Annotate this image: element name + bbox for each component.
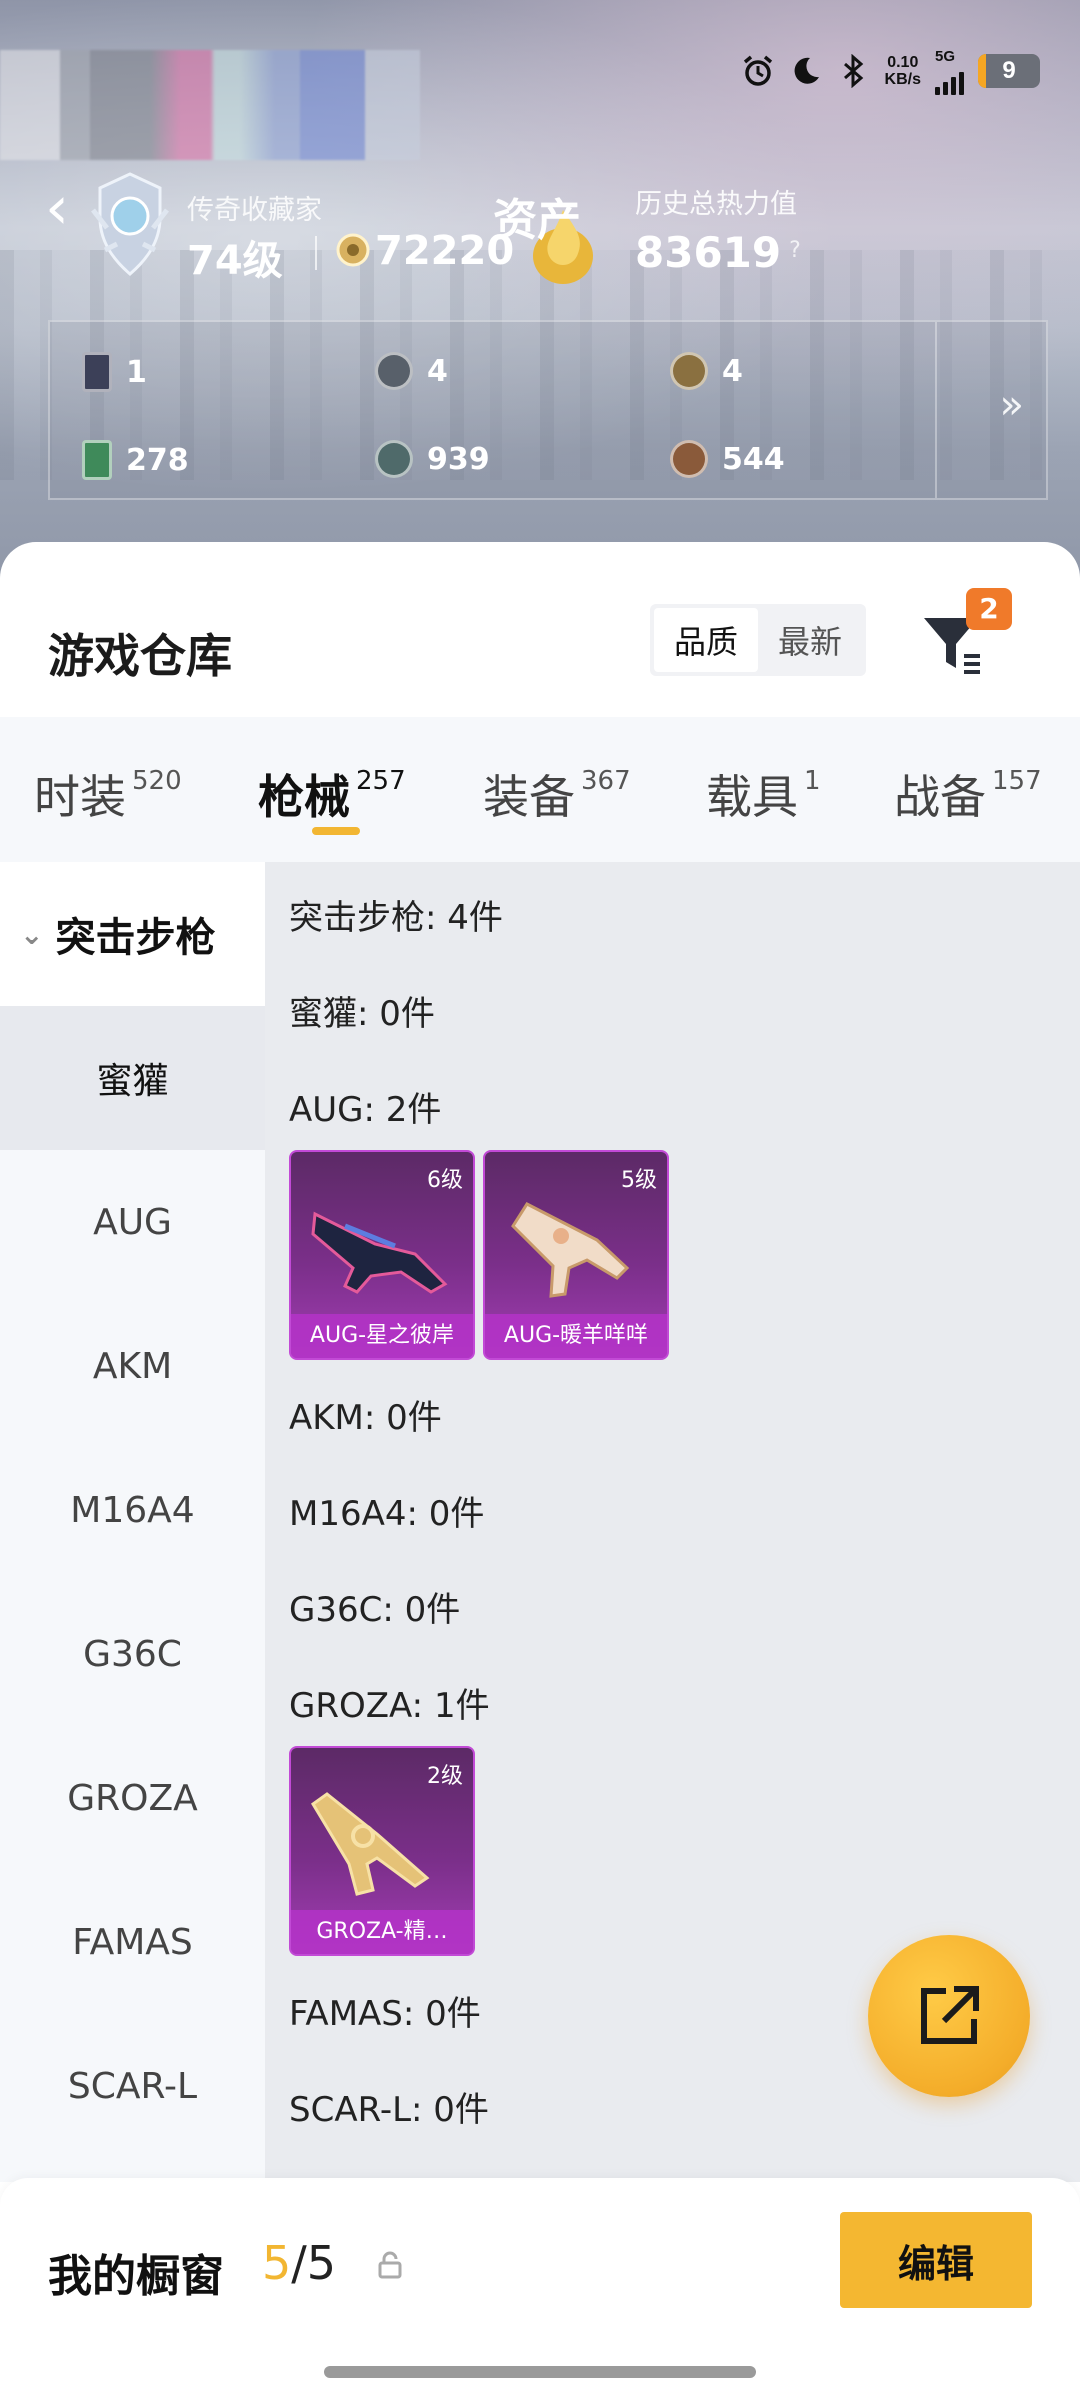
tab-fashion[interactable]: 时装 520 [34, 761, 182, 827]
section-heading: AKM: 0件 [289, 1398, 442, 1438]
asset-stats-panel[interactable]: 1 4 4 278 939 544 » [48, 320, 1048, 500]
weapon-card[interactable]: 6级 AUG-星之彼岸 [289, 1150, 475, 1360]
showcase-label: 我的橱窗 [48, 2251, 224, 2302]
status-bar: 0.10 KB/s 5G 9 [741, 46, 1040, 96]
help-icon[interactable]: ? [780, 236, 810, 266]
active-tab-indicator [312, 827, 360, 835]
rank-title: 传奇收藏家 [187, 195, 322, 226]
section-heading: G36C: 0件 [289, 1590, 461, 1630]
sidebar-item-groza[interactable]: GROZA [0, 1726, 265, 1870]
tab-firearms[interactable]: 枪械 257 [258, 761, 406, 827]
showcase-count: 5/5 [262, 2236, 337, 2290]
stat-value: 544 [722, 441, 785, 477]
player-level: 74级 [187, 238, 283, 284]
divider [315, 236, 317, 270]
sort-newest-button[interactable]: 最新 [758, 608, 862, 672]
bluetooth-icon [837, 54, 871, 88]
rifle-skin-icon [311, 1211, 448, 1294]
heat-label: 历史总热力值 [635, 189, 797, 220]
stat-value: 939 [427, 441, 490, 477]
stat-ticket: 278 [82, 440, 189, 480]
sidebar-item-g36c[interactable]: G36C [0, 1582, 265, 1726]
back-icon[interactable]: ‹ [45, 178, 69, 238]
sidebar-item-honey-badger[interactable]: 蜜獾 [0, 1006, 265, 1150]
rank-emblem-icon [91, 172, 169, 276]
stat-value: 4 [427, 353, 448, 389]
assets-label[interactable]: 资产 [493, 184, 581, 248]
section-heading: FAMAS: 0件 [289, 1994, 481, 2034]
stat-value: 4 [722, 353, 743, 389]
item-name: AUG-暖羊咩咩 [485, 1314, 667, 1358]
stat-gold: 4 [670, 352, 743, 390]
sidebar-group-assault-rifle[interactable]: ⌄ 突击步枪 [0, 862, 265, 1006]
sort-toggle: 品质 最新 [650, 604, 866, 676]
category-tabs: 时装 520 枪械 257 装备 367 载具 1 战备 157 [0, 717, 1080, 862]
section-heading: AUG: 2件 [289, 1090, 442, 1130]
item-name: GROZA-精… [291, 1910, 473, 1954]
lock-icon [378, 2251, 402, 2279]
sidebar-item-famas[interactable]: FAMAS [0, 1870, 265, 2014]
battery-indicator: 9 [978, 54, 1040, 88]
section-heading: 突击步枪: 4件 [289, 898, 503, 938]
rifle-skin-icon [311, 1792, 430, 1896]
signal-bars-icon [935, 65, 964, 95]
stat-value: 278 [126, 442, 189, 478]
coin-icon [336, 233, 370, 267]
sidebar-item-akm[interactable]: AKM [0, 1294, 265, 1438]
section-heading: 蜜獾: 0件 [289, 994, 435, 1034]
section-heading: SCAR-L: 0件 [289, 2090, 489, 2130]
item-name: AUG-星之彼岸 [291, 1314, 473, 1358]
stat-card: 1 [82, 352, 147, 392]
profile-header: 0.10 KB/s 5G 9 ‹ 传奇收藏家 74级 72220 资产 历史总热力… [0, 0, 1080, 600]
double-chevron-right-icon[interactable]: » [1000, 382, 1024, 428]
alarm-icon [741, 54, 775, 88]
stat-silver: 4 [375, 352, 448, 390]
cellular-signal: 5G [935, 48, 964, 95]
teal-coin-icon [375, 440, 413, 478]
home-indicator[interactable] [324, 2366, 756, 2378]
stat-teal-coin: 939 [375, 440, 490, 478]
weapon-sidebar: ⌄ 突击步枪 蜜獾 AUG AKM M16A4 G36C GROZA FAMAS… [0, 862, 265, 2182]
weapon-card[interactable]: 2级 GROZA-精… [289, 1746, 475, 1956]
share-button[interactable] [868, 1935, 1030, 2097]
divider [935, 322, 937, 498]
profile-summary: ‹ 传奇收藏家 74级 72220 资产 历史总热力值 83619 ? [45, 170, 1050, 290]
warehouse-header: 游戏仓库 品质 最新 2 [0, 542, 1080, 717]
stat-bronze-coin: 544 [670, 440, 785, 478]
sidebar-item-aug[interactable]: AUG [0, 1150, 265, 1294]
card-icon [82, 352, 112, 392]
network-speed: 0.10 KB/s [884, 54, 921, 88]
sidebar-item-scar-l[interactable]: SCAR-L [0, 2014, 265, 2158]
sidebar-item-m16a4[interactable]: M16A4 [0, 1438, 265, 1582]
section-heading: GROZA: 1件 [289, 1686, 490, 1726]
tab-vehicles[interactable]: 载具 1 [706, 761, 821, 827]
rifle-skin-icon [511, 1202, 630, 1298]
moon-icon [789, 54, 823, 88]
filter-count-badge: 2 [966, 588, 1012, 630]
chevron-down-icon: ⌄ [20, 917, 44, 951]
tab-equipment[interactable]: 装备 367 [483, 761, 631, 827]
stat-value: 1 [126, 354, 147, 390]
tab-supplies[interactable]: 战备 157 [894, 761, 1042, 827]
warehouse-sheet: 游戏仓库 品质 最新 2 时装 520 枪械 257 装备 367 载具 1 战备 157… [0, 542, 1080, 2400]
external-link-icon [921, 1986, 979, 2044]
warehouse-title: 游戏仓库 [48, 629, 232, 683]
edit-button[interactable]: 编辑 [840, 2212, 1032, 2308]
silver-medal-icon [375, 352, 413, 390]
section-heading: M16A4: 0件 [289, 1494, 485, 1534]
blurred-status-area [0, 50, 420, 160]
bronze-coin-icon [670, 440, 708, 478]
sort-quality-button[interactable]: 品质 [654, 608, 758, 672]
green-ticket-icon [82, 440, 112, 480]
heat-value: 83619 [635, 228, 782, 277]
weapon-card[interactable]: 5级 AUG-暖羊咩咩 [483, 1150, 669, 1360]
sidebar-group-label: 突击步枪 [55, 915, 216, 961]
gold-medal-icon [670, 352, 708, 390]
